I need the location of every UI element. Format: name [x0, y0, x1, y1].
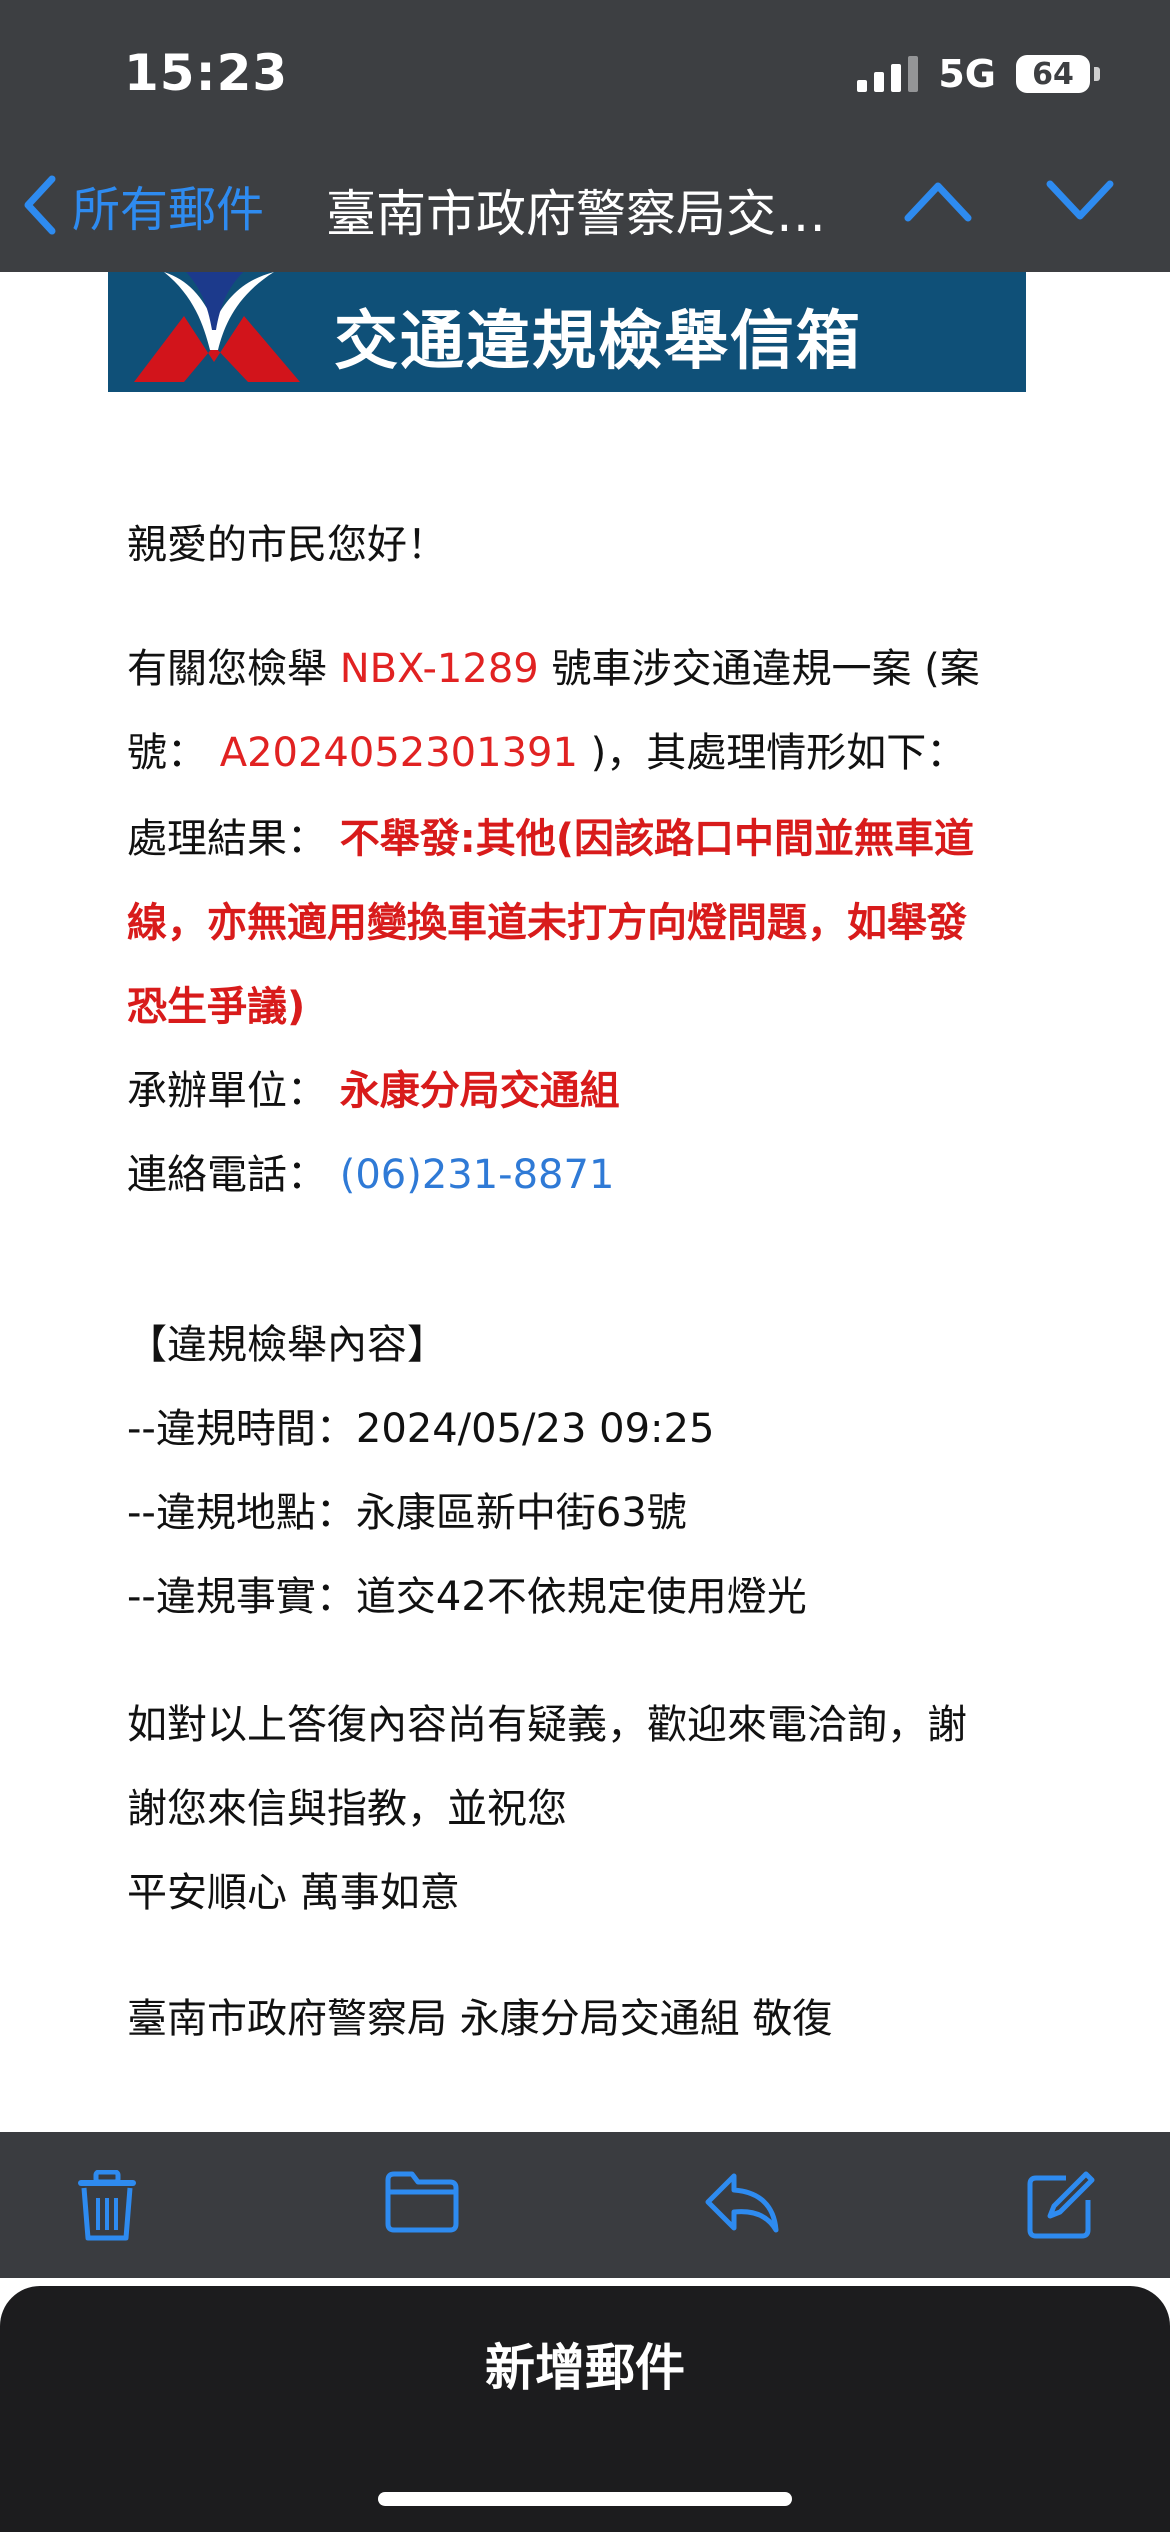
move-to-folder-button[interactable]	[384, 2170, 460, 2238]
new-mail-title: 新增郵件	[485, 2339, 685, 2397]
section-title: 【違規檢舉內容】	[127, 1322, 447, 1368]
case-number: A2024052301391	[219, 730, 578, 776]
phone-line: 連絡電話： (06)231-8871	[127, 1142, 1027, 1200]
compose-button[interactable]	[1026, 2170, 1096, 2244]
intro-text-a: 有關您檢舉	[127, 646, 327, 692]
reply-icon	[705, 2173, 779, 2233]
phone-link[interactable]: (06)231-8871	[340, 1152, 615, 1198]
result-value-1: 不舉發:其他(因該路口中間並無車道	[339, 816, 974, 862]
next-message-button[interactable]	[1044, 178, 1116, 228]
signature: 臺南市政府警察局 永康分局交通組 敬復	[127, 1996, 833, 2042]
mailbox-banner: 交通違規檢舉信箱	[108, 266, 1026, 392]
back-button[interactable]: 所有郵件	[22, 170, 264, 240]
compose-icon	[1027, 2171, 1095, 2239]
plate-number: NBX-1289	[339, 646, 539, 692]
greeting: 親愛的市民您好！	[127, 522, 447, 568]
result-value-2: 線，亦無適用變換車道未打方向燈問題，如舉發	[127, 900, 967, 946]
closing-line-2: 謝您來信與指教，並祝您	[127, 1786, 567, 1832]
result-line-1: 處理結果： 不舉發:其他(因該路口中間並無車道	[127, 806, 1027, 864]
back-label: 所有郵件	[72, 182, 265, 238]
violation-fact: --違規事實：道交42不依規定使用燈光	[127, 1574, 807, 1620]
case-line: 號： A2024052301391 )，其處理情形如下：	[127, 720, 1027, 778]
closing-line-1: 如對以上答復內容尚有疑義，歡迎來電洽詢，謝	[127, 1702, 967, 1748]
result-label: 處理結果：	[127, 816, 327, 862]
closing-line-3: 平安順心 萬事如意	[127, 1870, 460, 1916]
violation-place: --違規地點：永康區新中街63號	[127, 1490, 687, 1536]
folder-icon	[385, 2171, 459, 2233]
reply-button[interactable]	[704, 2170, 780, 2240]
unit-line: 承辦單位： 永康分局交通組	[127, 1058, 1027, 1116]
email-subject-title: 臺南市政府警察局交通違規檢舉信箱	[326, 185, 846, 243]
unit-value: 永康分局交通組	[339, 1068, 620, 1114]
status-indicators: 5G 64	[857, 52, 1100, 96]
chevron-up-icon	[904, 182, 972, 222]
chevron-down-icon	[1046, 180, 1114, 220]
intro-line: 有關您檢舉 NBX-1289 號車涉交通違規一案 (案	[127, 636, 1027, 694]
chevron-left-icon	[24, 175, 56, 235]
previous-message-button[interactable]	[902, 178, 974, 228]
case-label: 號：	[127, 730, 207, 776]
intro-text-b: 號車涉交通違規一案 (案	[551, 646, 980, 692]
result-value-3: 恐生爭議)	[127, 984, 306, 1030]
battery-level: 64	[1032, 56, 1074, 92]
delete-button[interactable]	[74, 2169, 140, 2246]
nav-bar: 所有郵件 臺南市政府警察局交通違規檢舉信箱	[0, 170, 1170, 243]
home-indicator[interactable]	[378, 2492, 792, 2506]
unit-label: 承辦單位：	[127, 1068, 327, 1114]
cellular-signal-icon	[857, 56, 919, 92]
bottom-toolbar	[0, 2132, 1170, 2278]
trash-icon	[78, 2169, 136, 2241]
banner-title: 交通違規檢舉信箱	[334, 305, 862, 379]
status-time: 15:23	[124, 44, 289, 102]
new-mail-sheet[interactable]: 新增郵件	[0, 2286, 1170, 2532]
violation-time: --違規時間：2024/05/23 09:25	[127, 1406, 715, 1452]
police-emblem-icon	[134, 266, 300, 382]
network-type: 5G	[938, 52, 996, 96]
case-tail: )，其處理情形如下：	[590, 730, 967, 776]
battery-icon: 64	[1016, 55, 1100, 93]
phone-label: 連絡電話：	[127, 1152, 327, 1198]
top-bar: 15:23 5G 64 所有郵件 臺南市政府警察局交通違規檢舉信箱	[0, 0, 1170, 272]
